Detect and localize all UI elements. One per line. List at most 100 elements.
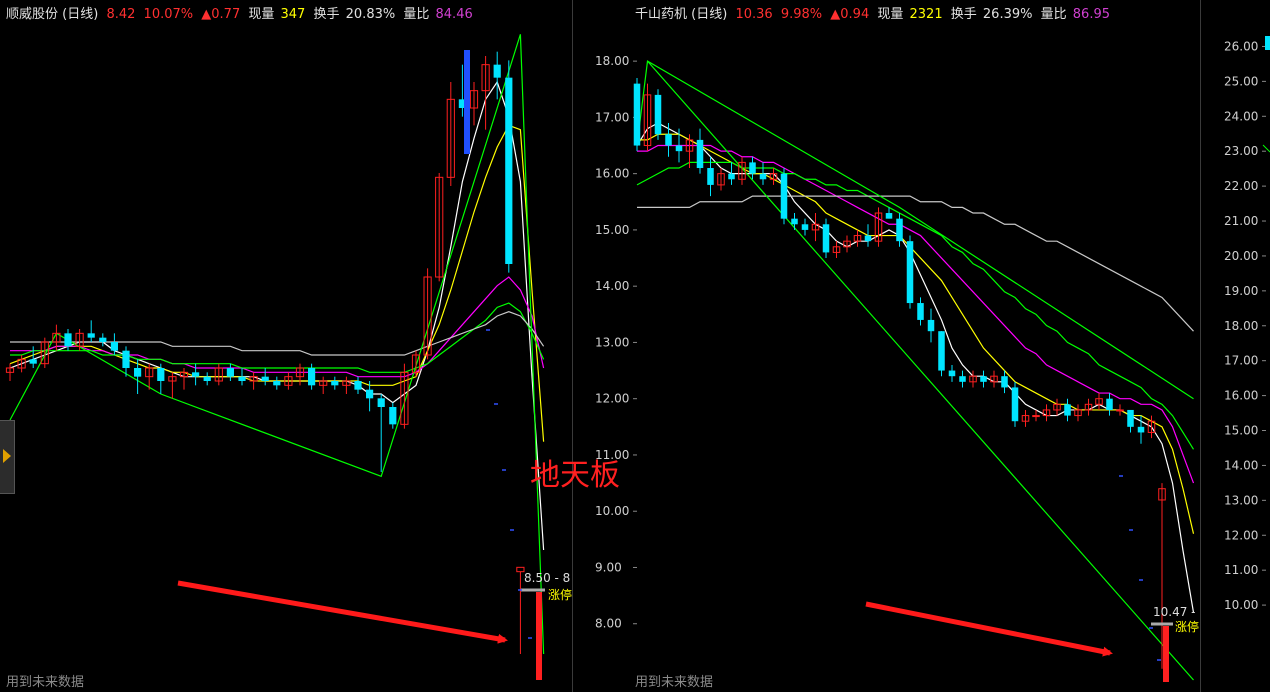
y-tick-label: 13.00 <box>595 335 629 349</box>
trend-line <box>9 34 545 655</box>
y-tick-label: 10.00 <box>595 504 629 518</box>
candle-body <box>927 319 935 332</box>
candle-body <box>749 162 756 174</box>
candle-body <box>1127 409 1134 427</box>
footer-note: 用到未来数据 <box>6 675 85 690</box>
candle-body <box>389 407 397 425</box>
y-tick-label: 22.00 <box>1224 179 1258 193</box>
partial-candle <box>1265 36 1270 50</box>
trend-line <box>636 60 1194 400</box>
candle-body <box>959 376 966 382</box>
candle-body <box>822 224 830 253</box>
right-chart-panel[interactable]: 26.00 25.00 24.00 23.00 22.00 21.00 20.00 19.00… <box>1201 0 1270 692</box>
candle-body <box>980 376 987 382</box>
limit-up-tag: 涨停 <box>1175 620 1200 634</box>
candle-body <box>896 218 903 242</box>
ma-line <box>9 80 545 551</box>
candle-body <box>134 368 142 377</box>
y-tick-label: 16.00 <box>595 167 629 181</box>
candle-body <box>493 64 501 78</box>
y-tick-label: 25.00 <box>1224 74 1258 88</box>
candle-body <box>110 342 118 351</box>
y-tick-label: 16.00 <box>1224 389 1258 403</box>
side-expand-tab[interactable] <box>0 420 15 494</box>
price-tooltip: 10.47 - <box>1153 605 1196 619</box>
candle-body <box>633 83 641 146</box>
price-tooltip: 8.50 - 8 <box>524 571 571 585</box>
ma-line <box>9 124 545 442</box>
y-tick-label: 24.00 <box>1224 109 1258 123</box>
candle-body <box>801 224 809 230</box>
y-tick-label: 18.00 <box>595 54 629 68</box>
left-chart-panel[interactable]: 顺威股份 (日线) 8.42 10.07% ▲0.77 现量 347 换手 20… <box>0 0 572 692</box>
candle-body <box>1001 376 1008 388</box>
y-tick-label: 20.00 <box>1224 249 1258 263</box>
candle-body <box>505 77 513 265</box>
candle-body <box>29 359 37 364</box>
candle-body <box>665 134 672 146</box>
ma-line <box>637 133 1195 534</box>
candle-body <box>1032 415 1040 418</box>
footer-note: 用到未来数据 <box>635 675 714 690</box>
candle-body <box>366 389 374 399</box>
candle-body <box>948 370 956 377</box>
limit-up-bar <box>536 592 542 680</box>
candle-body <box>64 333 72 347</box>
candle-body <box>906 241 914 304</box>
candle-body <box>377 398 385 407</box>
candle-body <box>791 218 798 225</box>
candle-body <box>675 145 683 152</box>
candle-body <box>203 376 211 381</box>
candle-body <box>331 381 339 386</box>
candle-body <box>696 139 704 169</box>
y-tick-label: 23.00 <box>1224 144 1258 158</box>
y-tick-label: 9.00 <box>595 560 622 574</box>
candle-body <box>308 368 316 386</box>
y-tick-label: 10.00 <box>1224 598 1258 612</box>
trend-line <box>647 60 1194 681</box>
candle-body <box>1064 404 1071 416</box>
candle-body <box>157 368 165 381</box>
y-tick-label: 14.00 <box>1224 458 1258 472</box>
candle-body <box>707 168 714 185</box>
ma-line <box>637 144 1195 484</box>
candle-body <box>728 173 735 180</box>
candle-body <box>354 381 362 390</box>
candle-body <box>516 566 525 573</box>
candle-body <box>885 213 893 219</box>
candle-body <box>99 337 107 342</box>
y-tick-label: 19.00 <box>1224 284 1258 298</box>
y-tick-label: 17.00 <box>1224 354 1258 368</box>
candle-body <box>238 376 246 381</box>
right-partial-chart: 26.00 25.00 24.00 23.00 22.00 21.00 20.00 19.00… <box>1224 36 1270 612</box>
y-tick-label: 12.00 <box>595 392 629 406</box>
candle-body <box>226 368 234 377</box>
left-candlestick-chart <box>5 34 545 680</box>
candle-body <box>1137 426 1145 433</box>
y-tick-label: 8.00 <box>595 617 622 631</box>
candle-body <box>87 333 95 338</box>
candle-body <box>261 376 269 381</box>
candle-body <box>1106 398 1113 410</box>
middle-candlestick-chart: 18.0017.0016.0015.0014.0013.0012.0011.00… <box>595 54 1195 682</box>
limit-up-bar <box>1163 626 1169 682</box>
y-tick-label: 21.00 <box>1224 214 1258 228</box>
ma-line <box>10 311 545 356</box>
candle-body <box>654 94 662 135</box>
candle-body <box>759 173 767 180</box>
y-tick-label: 14.00 <box>595 279 629 293</box>
candle-body <box>192 372 200 377</box>
y-tick-label: 13.00 <box>1224 493 1258 507</box>
middle-chart-panel[interactable]: 千山药机 (日线) 10.36 9.98% ▲0.94 现量 2321 换手 2… <box>573 0 1200 692</box>
highlight-candle <box>464 50 470 154</box>
candle-body <box>917 303 924 320</box>
ma-line <box>10 276 545 378</box>
y-tick-label: 26.00 <box>1224 39 1258 53</box>
y-tick-label: 12.00 <box>1224 528 1258 542</box>
y-tick-label: 11.00 <box>1224 563 1258 577</box>
y-tick-label: 15.00 <box>1224 424 1258 438</box>
candle-body <box>273 381 281 386</box>
candle-body <box>938 331 945 371</box>
ma-line <box>636 122 1195 613</box>
annotation-label: 地天板 <box>530 458 620 493</box>
